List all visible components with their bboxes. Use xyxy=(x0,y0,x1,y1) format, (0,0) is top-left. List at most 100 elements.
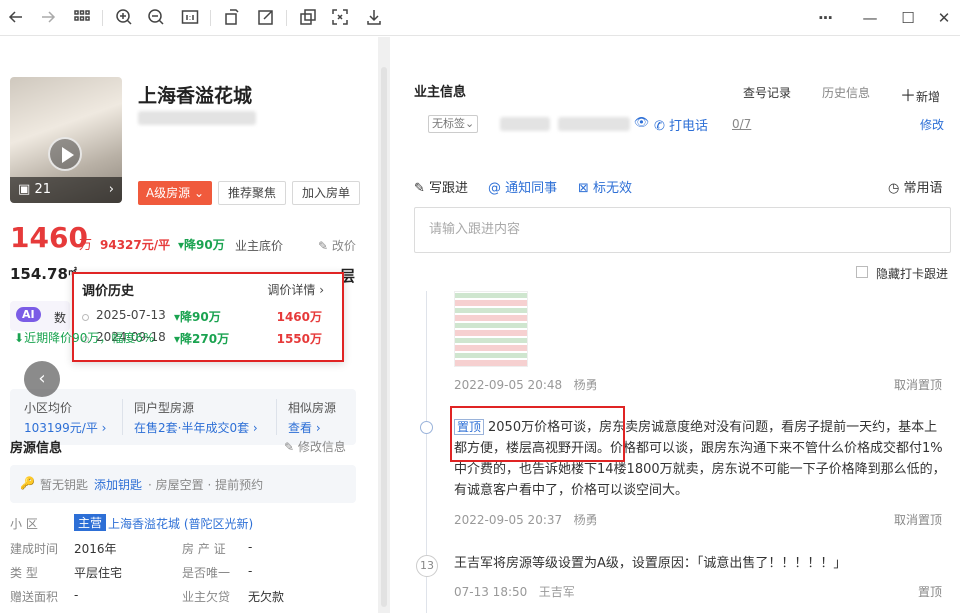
play-icon[interactable] xyxy=(48,137,82,171)
call-button[interactable]: ✆ 打电话 xyxy=(654,115,708,134)
redacted-name xyxy=(500,117,550,131)
attachment-image[interactable] xyxy=(454,291,528,367)
price-history-popup: 调价历史 调价详情 › 2025-07-13 ▾降90万 1460万 2024-… xyxy=(72,272,344,362)
price-drop-label: 降90万 xyxy=(184,238,225,252)
notify-button[interactable]: @ 通知同事 xyxy=(488,177,557,196)
key-icon: 🔑 xyxy=(20,476,35,490)
price-drop: ▾降90万 xyxy=(178,236,225,253)
change-price-button[interactable]: ✎ 改价 xyxy=(318,237,356,254)
tag-select-label: 无标签 xyxy=(432,117,465,130)
maximize-icon[interactable]: ☐ xyxy=(898,8,918,28)
clock-icon: ◷ xyxy=(888,181,900,196)
common-phrases-button[interactable]: ◷ 常用语 xyxy=(888,177,943,196)
rotate-icon[interactable] xyxy=(222,8,242,28)
eye-icon[interactable]: 👁 xyxy=(634,115,649,129)
info-value: - xyxy=(74,588,79,602)
community-link[interactable]: 上海香溢花城 (普陀区光新) xyxy=(108,515,253,532)
entry-meta: 2022-09-05 20:37 杨勇 xyxy=(454,511,598,528)
plus-icon: ＋ xyxy=(900,86,917,105)
same-layout-value[interactable]: 在售2套·半年成交0套 › xyxy=(134,419,258,436)
redacted-phone xyxy=(558,117,630,131)
tag-select[interactable]: 无标签⌄ xyxy=(428,115,479,133)
listing-panel: ▣ 21 › 上海香溢花城 A级房源 ⌄ 推荐聚焦 加入房单 1460 万 94… xyxy=(0,37,378,613)
history-info-link[interactable]: 历史信息 xyxy=(822,84,870,101)
info-key: 建成时间 xyxy=(10,542,59,556)
history-drop: 降90万 xyxy=(180,310,221,324)
follow-content: 王吉军将房源等级设置为A级，设置原因：「诚意出售了！！！！！」 xyxy=(454,556,847,571)
zoom-out-icon[interactable] xyxy=(146,8,166,28)
pin-button[interactable]: 置顶 xyxy=(918,583,942,600)
same-layout-label: 同户型房源 xyxy=(134,401,195,415)
photo-count-bar[interactable]: ▣ 21 › xyxy=(10,177,122,203)
zoom-in-icon[interactable] xyxy=(114,8,134,28)
area-value: 154.78 xyxy=(10,265,68,283)
add-owner-button[interactable]: ＋新增 xyxy=(900,82,940,106)
write-follow-button[interactable]: ✎ 写跟进 xyxy=(414,177,468,196)
call-label: 打电话 xyxy=(669,119,709,134)
close-icon[interactable]: ✕ xyxy=(934,8,954,28)
timeline-count-badge: 13 xyxy=(416,555,438,577)
image-icon: ▣ xyxy=(18,182,31,197)
similar-label: 相似房源 xyxy=(288,401,337,415)
unpin-button[interactable]: 取消置顶 xyxy=(894,511,942,528)
down-arrow-icon: ⬇ xyxy=(14,331,25,345)
invalid-icon: ⊠ xyxy=(578,181,589,196)
recent-drop-label: 近期降价90万，幅度6% xyxy=(24,331,155,345)
info-key: 小 区 xyxy=(10,517,38,531)
entry-time: 2022-09-05 20:37 xyxy=(454,513,563,527)
forward-icon[interactable] xyxy=(38,8,58,28)
copy-icon[interactable] xyxy=(298,8,318,28)
similar-link[interactable]: 查看 › xyxy=(288,419,321,436)
avg-price-label: 小区均价 xyxy=(24,401,73,415)
price-unit: 万 xyxy=(79,238,93,253)
minimize-icon[interactable]: — xyxy=(860,8,880,28)
info-key: 房 产 证 xyxy=(182,542,226,556)
history-price: 1460万 xyxy=(276,310,322,324)
key-extra: · 房屋空置 · 提前预约 xyxy=(148,478,264,492)
history-drop: 降270万 xyxy=(180,332,230,346)
listing-photo[interactable]: ▣ 21 › xyxy=(10,77,122,203)
write-follow-label: 写跟进 xyxy=(429,181,469,196)
add-to-list-button[interactable]: 加入房单 xyxy=(292,181,360,205)
info-key: 是否唯一 xyxy=(182,566,231,580)
avg-price-value[interactable]: 103199元/平 › xyxy=(24,419,106,436)
owner-floor-price[interactable]: 业主底价 xyxy=(235,237,283,254)
edit-icon[interactable] xyxy=(256,8,276,28)
more-icon[interactable]: ··· xyxy=(815,8,835,28)
add-key-link[interactable]: 添加钥匙 xyxy=(94,476,142,493)
price-history-title: 调价历史 xyxy=(82,284,135,299)
actual-size-icon[interactable] xyxy=(180,8,200,28)
info-key: 赠送面积 xyxy=(10,590,59,604)
highlight-box xyxy=(450,406,625,462)
scrollbar[interactable] xyxy=(381,67,387,607)
pencil-icon: ✎ xyxy=(414,181,425,196)
recommend-button[interactable]: 推荐聚焦 xyxy=(218,181,286,205)
common-phrases-label: 常用语 xyxy=(903,181,943,196)
change-price-label: 改价 xyxy=(331,239,356,253)
photo-count: 21 xyxy=(34,182,51,197)
edit-icon: ✎ xyxy=(318,239,329,253)
edit-info-button[interactable]: ✎ 修改信息 xyxy=(284,438,346,455)
mark-invalid-button[interactable]: ⊠ 标无效 xyxy=(578,177,632,196)
call-count[interactable]: 0/7 xyxy=(732,117,751,131)
grade-tag-dropdown[interactable]: A级房源 ⌄ xyxy=(138,181,212,205)
back-icon[interactable] xyxy=(6,8,26,28)
modify-link[interactable]: 修改 xyxy=(920,116,944,133)
add-owner-label: 新增 xyxy=(916,90,941,104)
download-icon[interactable] xyxy=(364,8,384,28)
scroll-left-icon[interactable]: ‹ xyxy=(24,361,60,397)
owner-panel: 业主信息 查号记录 历史信息 ＋新增 无标签⌄ 👁 ✆ 打电话 0/7 修改 ✎… xyxy=(390,37,960,613)
owner-title: 业主信息 xyxy=(414,85,467,100)
ai-box[interactable]: AI 数 xyxy=(10,301,70,331)
hide-checkin-checkbox[interactable] xyxy=(856,266,868,278)
entry-user: 杨勇 xyxy=(573,378,598,392)
grid-icon[interactable] xyxy=(72,8,92,28)
panel-divider[interactable] xyxy=(378,37,390,613)
query-record-link[interactable]: 查号记录 xyxy=(743,84,791,101)
price-detail-link[interactable]: 调价详情 › xyxy=(267,281,324,298)
toolbar: ··· — ☐ ✕ xyxy=(0,0,960,36)
follow-input[interactable]: 请输入跟进内容 xyxy=(414,207,951,253)
redacted-text xyxy=(138,111,256,125)
unpin-button[interactable]: 取消置顶 xyxy=(894,376,942,393)
fullscreen-icon[interactable] xyxy=(330,8,350,28)
